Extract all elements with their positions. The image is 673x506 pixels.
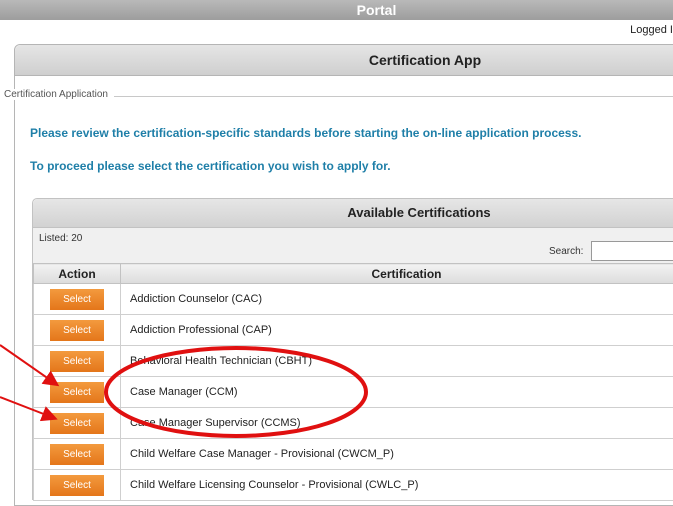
table-row: Select Case Manager (CCM) — [34, 377, 673, 408]
certification-name: Case Manager (CCM) — [121, 377, 673, 408]
table-row: Select Case Manager Supervisor (CCMS) — [34, 408, 673, 439]
select-button[interactable]: Select — [50, 351, 104, 372]
certification-name: Case Manager Supervisor (CCMS) — [121, 408, 673, 439]
table-row: Select Addiction Counselor (CAC) — [34, 284, 673, 315]
select-button[interactable]: Select — [50, 413, 104, 434]
search-input[interactable] — [591, 241, 673, 261]
table-row: Select Behavioral Health Technician (CBH… — [34, 346, 673, 377]
certification-name: Child Welfare Licensing Counselor - Prov… — [121, 470, 673, 501]
app-title: Certification App — [15, 45, 673, 76]
certification-name: Addiction Counselor (CAC) — [121, 284, 673, 315]
certification-name: Addiction Professional (CAP) — [121, 315, 673, 346]
search-label: Search: — [549, 246, 583, 257]
logged-in-text: Logged I — [630, 24, 673, 36]
action-column-header[interactable]: Action — [34, 264, 121, 284]
portal-header-bar: Portal — [0, 0, 673, 20]
available-certifications-panel: Available Certifications Listed: 20 Sear… — [32, 198, 673, 500]
select-button[interactable]: Select — [50, 444, 104, 465]
select-instruction-message: To proceed please select the certificati… — [30, 159, 391, 173]
table-row: Select Addiction Professional (CAP) — [34, 315, 673, 346]
select-button[interactable]: Select — [50, 289, 104, 310]
select-button[interactable]: Select — [50, 475, 104, 496]
table-row: Select Child Welfare Licensing Counselor… — [34, 470, 673, 501]
table-header-row: Action Certification — [34, 264, 673, 284]
review-standards-message: Please review the certification-specific… — [30, 126, 582, 140]
certification-name: Child Welfare Case Manager - Provisional… — [121, 439, 673, 470]
fieldset-legend: Certification Application — [0, 89, 114, 100]
select-button[interactable]: Select — [50, 320, 104, 341]
certification-column-header[interactable]: Certification — [121, 264, 673, 284]
certification-name: Behavioral Health Technician (CBHT) — [121, 346, 673, 377]
portal-title: Portal — [357, 2, 397, 18]
select-button[interactable]: Select — [50, 382, 104, 403]
table-row: Select Child Welfare Case Manager - Prov… — [34, 439, 673, 470]
listed-count: Listed: 20 — [39, 233, 82, 244]
certifications-table: Action Certification Select Addiction Co… — [33, 263, 673, 501]
available-certifications-title: Available Certifications — [33, 199, 673, 228]
